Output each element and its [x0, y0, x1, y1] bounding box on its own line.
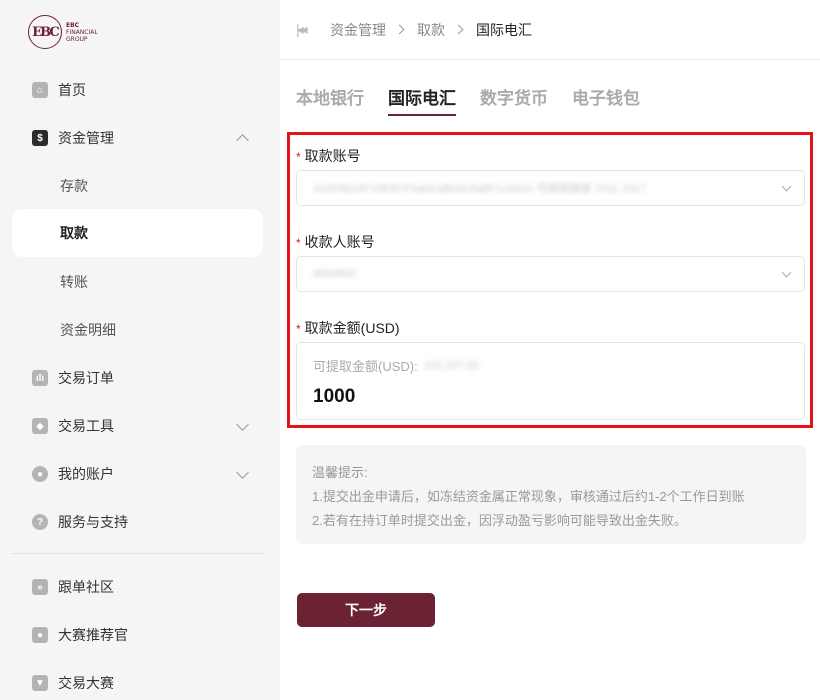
collapse-sidebar-icon[interactable]: |◂◂ — [296, 21, 314, 38]
breadcrumb-funds[interactable]: 资金管理 — [330, 20, 386, 40]
user-icon: ● — [32, 466, 48, 482]
available-amount-value: 102,707.00 — [423, 359, 479, 372]
sidebar-item-funds[interactable]: $ 资金管理 — [12, 114, 263, 162]
amount-input[interactable]: 可提取金额(USD): 102,707.00 1000 — [296, 342, 805, 420]
tips-panel: 温馨提示: 1.提交出金申请后，如冻结资金属正常现象，审核通过后约1-2个工作日… — [296, 445, 806, 544]
tips-line: 2.若有在持订单时提交出金，因浮动盈亏影响可能导致出金失败。 — [312, 513, 687, 528]
sidebar-subitem-withdraw[interactable]: 取款 — [12, 209, 263, 257]
sidebar-item-label: 首页 — [58, 82, 86, 98]
next-button[interactable]: 下一步 — [297, 593, 435, 627]
sidebar-item-referrer[interactable]: ● 大赛推荐官 — [12, 611, 263, 659]
tab-e-wallet[interactable]: 电子钱包 — [572, 84, 640, 116]
withdraw-account-select[interactable]: 1020982AF10E9CF9abfcaB0d1AaBF1cbA01 可提现额… — [296, 170, 805, 206]
sidebar: EBC EBC FINANCIAL GROUP ⌂ 首页 $ 资金管理 存款 取… — [0, 0, 280, 700]
question-icon: ? — [32, 514, 48, 530]
payee-account-label: * 收款人账号 — [296, 234, 375, 250]
payee-account-select[interactable]: 6654800 — [296, 256, 805, 292]
dollar-wallet-icon: $ — [32, 130, 48, 146]
chart-bars-icon: ılı — [32, 370, 48, 386]
badge-user-icon: ● — [32, 627, 48, 643]
method-tabs: 本地银行 国际电汇 数字货币 电子钱包 — [296, 84, 664, 116]
amount-value: 1000 — [313, 386, 356, 407]
sidebar-item-copy-trading[interactable]: » 跟单社区 — [12, 563, 263, 611]
home-icon: ⌂ — [32, 82, 48, 98]
chevron-down-icon — [236, 466, 249, 479]
main-content: |◂◂ 资金管理 取款 国际电汇 本地银行 国际电汇 数字货币 电子钱包 * 取款… — [280, 0, 820, 700]
cube-icon: ◆ — [32, 418, 48, 434]
sidebar-item-label: 大赛推荐官 — [58, 627, 128, 643]
sidebar-divider — [12, 553, 264, 554]
sidebar-item-tools[interactable]: ◆ 交易工具 — [12, 402, 263, 450]
tips-line: 1.提交出金申请后，如冻结资金属正常现象，审核通过后约1-2个工作日到账 — [312, 489, 745, 504]
forward-icon: » — [32, 579, 48, 595]
sidebar-subitem-label: 转账 — [60, 274, 88, 290]
sidebar-subitem-label: 存款 — [60, 178, 88, 194]
logo-mark: EBC — [28, 15, 62, 49]
sidebar-item-my-account[interactable]: ● 我的账户 — [12, 450, 263, 498]
sidebar-item-label: 服务与支持 — [58, 514, 128, 530]
sidebar-item-competition[interactable]: ▼ 交易大赛 — [12, 659, 263, 700]
sidebar-subitem-fund-details[interactable]: 资金明细 — [12, 306, 263, 354]
chevron-down-icon — [236, 418, 249, 431]
withdraw-account-value: 1020982AF10E9CF9abfcaB0d1AaBF1cbA01 可提现额… — [313, 183, 647, 195]
logo-text: EBC FINANCIAL GROUP — [66, 21, 98, 43]
top-bar: |◂◂ 资金管理 取款 国际电汇 — [280, 0, 820, 60]
tab-crypto[interactable]: 数字货币 — [480, 84, 548, 116]
payee-account-value: 6654800 — [313, 268, 356, 280]
breadcrumb-withdraw[interactable]: 取款 — [417, 20, 445, 40]
withdraw-account-label: * 取款账号 — [296, 148, 361, 164]
sidebar-item-orders[interactable]: ılı 交易订单 — [12, 354, 263, 402]
sidebar-item-label: 交易大赛 — [58, 675, 114, 691]
sidebar-subitem-label: 资金明细 — [60, 322, 116, 338]
available-amount: 可提取金额(USD): 102,707.00 — [313, 359, 479, 374]
sidebar-item-label: 我的账户 — [58, 466, 114, 482]
tab-wire-transfer[interactable]: 国际电汇 — [388, 84, 456, 116]
sidebar-item-support[interactable]: ? 服务与支持 — [12, 498, 263, 546]
sidebar-item-home[interactable]: ⌂ 首页 — [12, 66, 263, 114]
chevron-down-icon — [781, 181, 792, 192]
sidebar-subitem-deposit[interactable]: 存款 — [12, 162, 263, 210]
sidebar-item-label: 跟单社区 — [58, 579, 114, 595]
sidebar-subitem-label: 取款 — [60, 225, 88, 241]
chevron-down-icon — [781, 267, 792, 278]
tips-title: 温馨提示: — [312, 465, 368, 480]
amount-label: * 取款金额(USD) — [296, 320, 400, 336]
trophy-icon: ▼ — [32, 675, 48, 691]
tab-local-bank[interactable]: 本地银行 — [296, 84, 364, 116]
chevron-right-icon — [394, 24, 405, 35]
sidebar-item-label: 交易工具 — [58, 418, 114, 434]
sidebar-item-label: 资金管理 — [58, 130, 114, 146]
logo[interactable]: EBC EBC FINANCIAL GROUP — [28, 15, 98, 49]
sidebar-subitem-transfer[interactable]: 转账 — [12, 258, 263, 306]
breadcrumb-current: 国际电汇 — [476, 21, 532, 38]
chevron-up-icon — [236, 134, 249, 147]
chevron-right-icon — [453, 24, 464, 35]
sidebar-item-label: 交易订单 — [58, 370, 114, 386]
